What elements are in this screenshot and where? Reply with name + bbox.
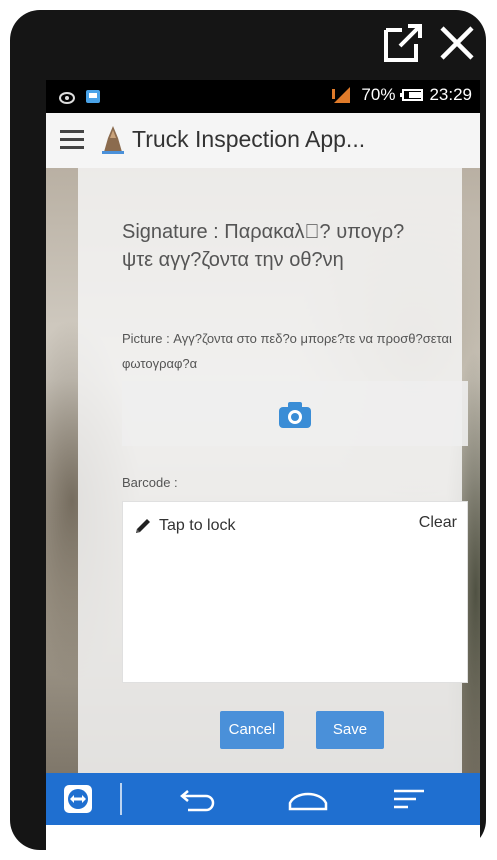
- hamburger-menu-icon[interactable]: [60, 130, 84, 150]
- barcode-signature-pad[interactable]: Tap to lock Clear: [122, 501, 468, 683]
- signature-label: Signature : Παρακαλ ? υπογρ?ψτε αγγ?ζοντ…: [122, 221, 405, 271]
- picture-label: Picture : Αγγ?ζοντα στο πεδ?ο μπορε?τε ν…: [122, 331, 452, 371]
- close-icon[interactable]: [434, 20, 480, 66]
- clock: 23:29: [429, 85, 472, 104]
- clear-button[interactable]: Clear: [419, 514, 457, 532]
- phone-frame: 70% 23:29 Truck Inspection App... Signat…: [10, 10, 486, 850]
- form-content: Signature : Παρακαλ ? υπογρ?ψτε αγγ?ζοντ…: [46, 168, 480, 773]
- pencil-icon: [136, 519, 150, 533]
- tap-to-lock-button[interactable]: Tap to lock: [133, 516, 235, 536]
- picture-field[interactable]: [122, 381, 468, 446]
- barcode-label: Barcode :: [122, 475, 178, 490]
- nav-divider: [120, 783, 122, 815]
- status-bar: 70% 23:29: [46, 80, 480, 113]
- notification-icon: [86, 90, 100, 103]
- battery-icon: [400, 89, 424, 101]
- app-title: Truck Inspection App...: [132, 126, 366, 152]
- save-button[interactable]: Save: [316, 711, 384, 749]
- status-right: 70% 23:29: [330, 85, 472, 105]
- eye-icon: [59, 92, 75, 104]
- app-logo: [102, 126, 124, 154]
- recents-icon[interactable]: [392, 785, 426, 813]
- cancel-button[interactable]: Cancel: [220, 711, 284, 749]
- device-screen: 70% 23:29 Truck Inspection App... Signat…: [46, 80, 480, 850]
- navigation-bar: [46, 773, 480, 825]
- tap-to-lock-label: Tap to lock: [159, 517, 236, 534]
- open-in-new-icon[interactable]: [380, 20, 426, 66]
- teamviewer-icon[interactable]: [62, 783, 94, 815]
- camera-icon[interactable]: [277, 400, 313, 430]
- battery-percent: 70%: [361, 85, 396, 104]
- home-icon[interactable]: [286, 785, 330, 813]
- form-panel: Signature : Παρακαλ ? υπογρ?ψτε αγγ?ζοντ…: [78, 168, 468, 773]
- signal-icon: [332, 87, 351, 103]
- back-icon[interactable]: [178, 785, 218, 813]
- window-actions: [346, 20, 486, 70]
- app-bar: Truck Inspection App...: [46, 113, 480, 169]
- status-left-icons: [59, 90, 100, 104]
